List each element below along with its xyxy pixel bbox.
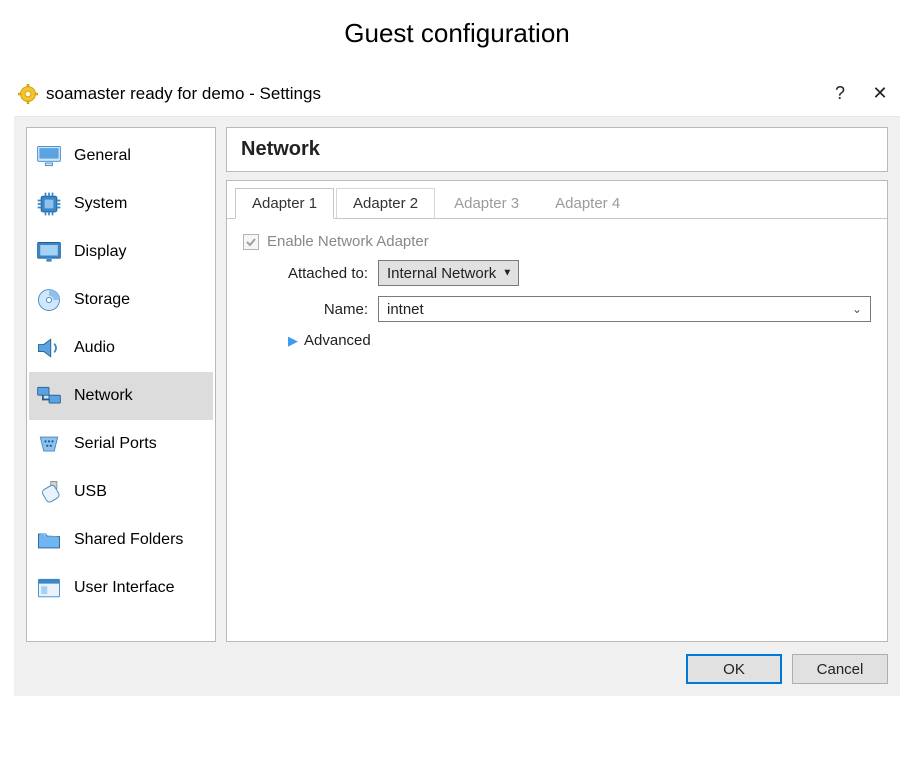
disk-icon	[34, 285, 64, 315]
serial-icon	[34, 429, 64, 459]
sidebar-item-label: Serial Ports	[74, 435, 157, 453]
chevron-down-icon: ⌄	[852, 302, 862, 316]
sidebar-item-label: USB	[74, 483, 107, 501]
tab-adapter-2[interactable]: Adapter 2	[336, 188, 435, 218]
help-button[interactable]: ?	[820, 83, 860, 104]
tab-adapter-3: Adapter 3	[437, 188, 536, 218]
attached-to-select[interactable]: Internal Network ▼	[378, 260, 519, 286]
ok-button[interactable]: OK	[686, 654, 782, 684]
name-label: Name:	[243, 301, 378, 318]
usb-icon	[34, 477, 64, 507]
network-name-value: intnet	[387, 301, 424, 318]
dialog-buttons: OK Cancel	[26, 654, 888, 684]
sidebar-item-user-interface[interactable]: User Interface	[29, 564, 213, 612]
advanced-toggle[interactable]: ▶ Advanced	[243, 332, 871, 349]
adapter-tabs: Adapter 1 Adapter 2 Adapter 3 Adapter 4	[227, 181, 887, 219]
tab-adapter-4: Adapter 4	[538, 188, 637, 218]
page-heading: Guest configuration	[0, 18, 914, 49]
gear-icon	[18, 84, 38, 104]
sidebar-item-shared-folders[interactable]: Shared Folders	[29, 516, 213, 564]
attached-to-value: Internal Network	[387, 265, 496, 282]
sidebar-item-label: Audio	[74, 339, 115, 357]
sidebar-item-label: General	[74, 147, 131, 165]
section-title: Network	[226, 127, 888, 172]
close-button[interactable]: ✕	[860, 83, 900, 104]
speaker-icon	[34, 333, 64, 363]
sidebar-item-serial-ports[interactable]: Serial Ports	[29, 420, 213, 468]
sidebar-item-network[interactable]: Network	[29, 372, 213, 420]
advanced-label: Advanced	[304, 332, 371, 349]
ui-icon	[34, 573, 64, 603]
sidebar-item-system[interactable]: System	[29, 180, 213, 228]
sidebar-item-label: Shared Folders	[74, 531, 183, 549]
network-panel: Adapter 1 Adapter 2 Adapter 3 Adapter 4 …	[226, 180, 888, 642]
chevron-down-icon: ▼	[502, 268, 512, 279]
sidebar-item-display[interactable]: Display	[29, 228, 213, 276]
monitor-icon	[34, 141, 64, 171]
screen-icon	[34, 237, 64, 267]
sidebar-item-label: Storage	[74, 291, 130, 309]
enable-adapter-row: Enable Network Adapter	[243, 233, 871, 250]
triangle-right-icon: ▶	[288, 333, 298, 349]
network-icon	[34, 381, 64, 411]
sidebar-item-general[interactable]: General	[29, 132, 213, 180]
sidebar-item-usb[interactable]: USB	[29, 468, 213, 516]
settings-sidebar: General System Display Storage	[26, 127, 216, 642]
enable-adapter-label: Enable Network Adapter	[267, 233, 429, 250]
cancel-button[interactable]: Cancel	[792, 654, 888, 684]
settings-dialog: General System Display Storage	[14, 116, 900, 696]
window-titlebar: soamaster ready for demo - Settings ? ✕	[0, 79, 914, 116]
tab-adapter-1[interactable]: Adapter 1	[235, 188, 334, 219]
sidebar-item-label: User Interface	[74, 579, 174, 597]
sidebar-item-label: System	[74, 195, 127, 213]
sidebar-item-label: Display	[74, 243, 126, 261]
enable-adapter-checkbox	[243, 234, 259, 250]
settings-main: Network Adapter 1 Adapter 2 Adapter 3 Ad…	[226, 127, 888, 642]
attached-to-label: Attached to:	[243, 265, 378, 282]
chip-icon	[34, 189, 64, 219]
sidebar-item-label: Network	[74, 387, 133, 405]
folder-icon	[34, 525, 64, 555]
network-name-combo[interactable]: intnet ⌄	[378, 296, 871, 322]
sidebar-item-audio[interactable]: Audio	[29, 324, 213, 372]
window-title: soamaster ready for demo - Settings	[46, 84, 321, 104]
sidebar-item-storage[interactable]: Storage	[29, 276, 213, 324]
